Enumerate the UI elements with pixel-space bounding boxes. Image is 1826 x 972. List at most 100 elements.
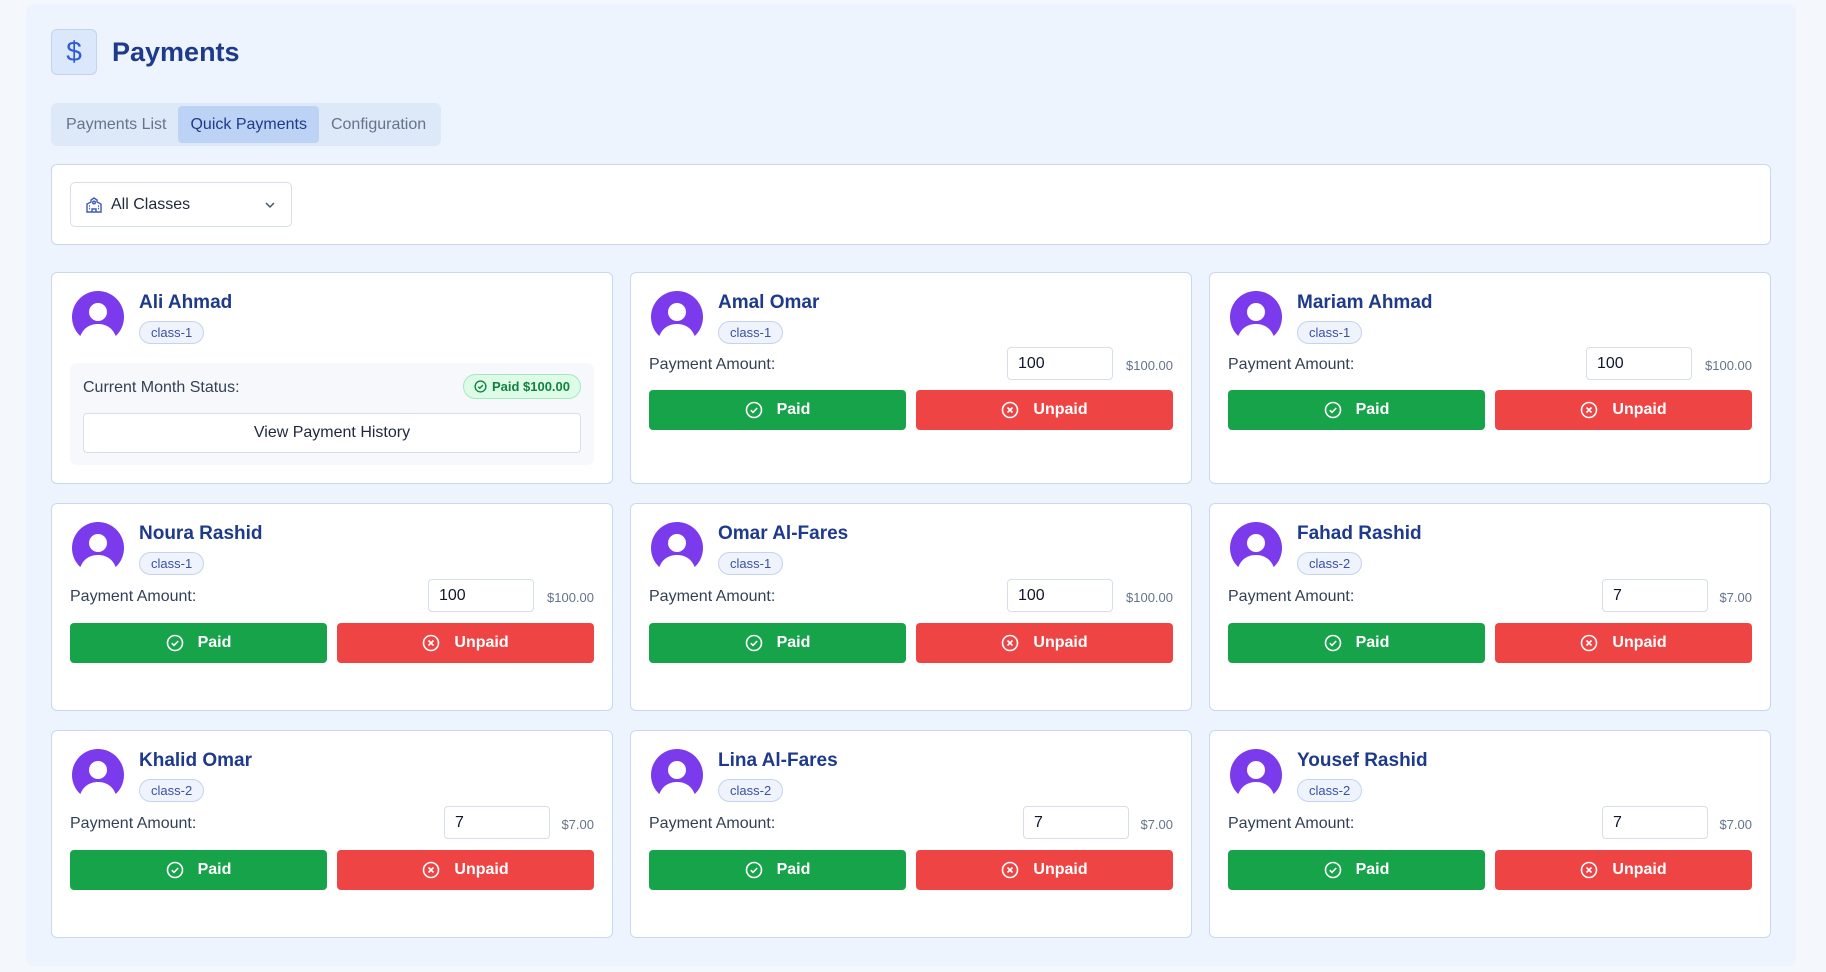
payment-amount-label: Payment Amount: <box>649 815 776 832</box>
check-circle-icon <box>474 380 487 393</box>
view-payment-history-button[interactable]: View Payment History <box>83 413 581 453</box>
paid-button-label: Paid <box>1355 401 1390 418</box>
mark-unpaid-button[interactable]: Unpaid <box>1495 623 1752 663</box>
amount-display: $100.00 <box>547 590 594 605</box>
status-label: Current Month Status: <box>83 379 240 396</box>
amount-display: $100.00 <box>1126 590 1173 605</box>
tab-configuration[interactable]: Configuration <box>319 106 438 143</box>
unpaid-button-label: Unpaid <box>1033 861 1088 878</box>
unpaid-button-label: Unpaid <box>454 634 509 651</box>
unpaid-button-label: Unpaid <box>1033 401 1088 418</box>
avatar-icon <box>651 522 703 574</box>
check-circle-icon <box>166 861 198 879</box>
mark-paid-button[interactable]: Paid <box>70 850 327 890</box>
avatar-icon <box>651 749 703 801</box>
mark-unpaid-button[interactable]: Unpaid <box>916 390 1173 430</box>
filter-bar: All Classes <box>51 164 1771 245</box>
tab-bar: Payments List Quick Payments Configurati… <box>51 103 442 146</box>
class-badge: class-2 <box>1297 779 1363 802</box>
avatar-icon <box>72 291 124 343</box>
page-title: Payments <box>112 36 240 67</box>
class-filter-select[interactable]: All Classes <box>70 182 292 227</box>
avatar-icon <box>72 522 124 574</box>
check-circle-icon <box>1324 634 1356 652</box>
student-name: Mariam Ahmad <box>1297 292 1433 313</box>
student-name: Omar Al-Fares <box>718 523 849 544</box>
check-circle-icon <box>1324 861 1356 879</box>
x-circle-icon <box>1580 401 1612 419</box>
payment-amount-input[interactable] <box>1586 347 1692 380</box>
paid-button-label: Paid <box>1355 861 1390 878</box>
unpaid-button-label: Unpaid <box>1612 634 1667 651</box>
payment-amount-label: Payment Amount: <box>649 356 776 373</box>
paid-status-badge: Paid $100.00 <box>462 374 581 399</box>
avatar-icon <box>651 291 703 343</box>
check-circle-icon <box>166 634 198 652</box>
x-circle-icon <box>422 634 454 652</box>
payment-amount-label: Payment Amount: <box>649 588 776 605</box>
student-card: Ali Ahmad class-1 Current Month Status: P… <box>51 272 613 484</box>
student-name: Fahad Rashid <box>1297 523 1422 544</box>
unpaid-button-label: Unpaid <box>1033 634 1088 651</box>
unpaid-button-label: Unpaid <box>1612 401 1667 418</box>
mark-paid-button[interactable]: Paid <box>1228 390 1485 430</box>
mark-unpaid-button[interactable]: Unpaid <box>337 850 594 890</box>
payment-amount-input[interactable] <box>1602 806 1708 839</box>
amount-display: $7.00 <box>1140 817 1173 832</box>
amount-display: $7.00 <box>1719 817 1752 832</box>
payment-amount-label: Payment Amount: <box>70 588 197 605</box>
paid-button-label: Paid <box>776 861 811 878</box>
avatar-icon <box>1230 291 1282 343</box>
paid-badge-text: Paid $100.00 <box>491 379 570 394</box>
tab-quick-payments[interactable]: Quick Payments <box>178 106 319 143</box>
class-badge: class-1 <box>718 321 784 344</box>
mark-paid-button[interactable]: Paid <box>70 623 327 663</box>
student-name: Amal Omar <box>718 292 820 313</box>
class-badge: class-2 <box>139 779 205 802</box>
x-circle-icon <box>422 861 454 879</box>
mark-paid-button[interactable]: Paid <box>649 390 906 430</box>
payment-amount-input[interactable] <box>1602 579 1708 612</box>
x-circle-icon <box>1001 401 1033 419</box>
payment-amount-input[interactable] <box>428 579 534 612</box>
mark-unpaid-button[interactable]: Unpaid <box>916 850 1173 890</box>
x-circle-icon <box>1580 861 1612 879</box>
payment-status-box: Current Month Status: Paid $100.00 View … <box>70 363 594 465</box>
mark-paid-button[interactable]: Paid <box>1228 623 1485 663</box>
avatar-icon <box>1230 522 1282 574</box>
page-header: $ Payments <box>51 29 240 75</box>
amount-display: $100.00 <box>1126 358 1173 373</box>
amount-display: $7.00 <box>1719 590 1752 605</box>
student-card: Omar Al-Fares class-1 Payment Amount: $100… <box>630 503 1192 711</box>
payment-amount-input[interactable] <box>1007 347 1113 380</box>
student-card: Amal Omarclass-1Payment Amount: $100.00 … <box>630 272 1192 484</box>
class-badge: class-2 <box>1297 552 1363 575</box>
mark-paid-button[interactable]: Paid <box>649 850 906 890</box>
class-badge: class-1 <box>718 552 784 575</box>
student-name: Yousef Rashid <box>1297 750 1428 771</box>
x-circle-icon <box>1580 634 1612 652</box>
chevron-down-icon <box>265 201 275 208</box>
class-badge: class-1 <box>1297 321 1363 344</box>
paid-button-label: Paid <box>197 861 232 878</box>
check-circle-icon <box>1324 401 1356 419</box>
mark-unpaid-button[interactable]: Unpaid <box>337 623 594 663</box>
student-card: Lina Al-Fares class-2 Payment Amount: $7.0… <box>630 730 1192 938</box>
mark-unpaid-button[interactable]: Unpaid <box>1495 390 1752 430</box>
mark-paid-button[interactable]: Paid <box>649 623 906 663</box>
mark-unpaid-button[interactable]: Unpaid <box>916 623 1173 663</box>
student-card: Mariam Ahmad class-1 Payment Amount: $100.… <box>1209 272 1771 484</box>
payment-amount-input[interactable] <box>1023 806 1129 839</box>
student-name: Ali Ahmad <box>139 292 233 313</box>
student-card: Noura Rashid class-1 Payment Amount: $100.… <box>51 503 613 711</box>
student-name: Khalid Omar <box>139 750 252 771</box>
payment-amount-input[interactable] <box>444 806 550 839</box>
paid-button-label: Paid <box>776 401 811 418</box>
student-name: Noura Rashid <box>139 523 263 544</box>
class-filter-value: All Classes <box>111 195 191 213</box>
payment-amount-input[interactable] <box>1007 579 1113 612</box>
class-badge: class-1 <box>139 552 205 575</box>
mark-unpaid-button[interactable]: Unpaid <box>1495 850 1752 890</box>
tab-payments-list[interactable]: Payments List <box>54 106 178 143</box>
mark-paid-button[interactable]: Paid <box>1228 850 1485 890</box>
